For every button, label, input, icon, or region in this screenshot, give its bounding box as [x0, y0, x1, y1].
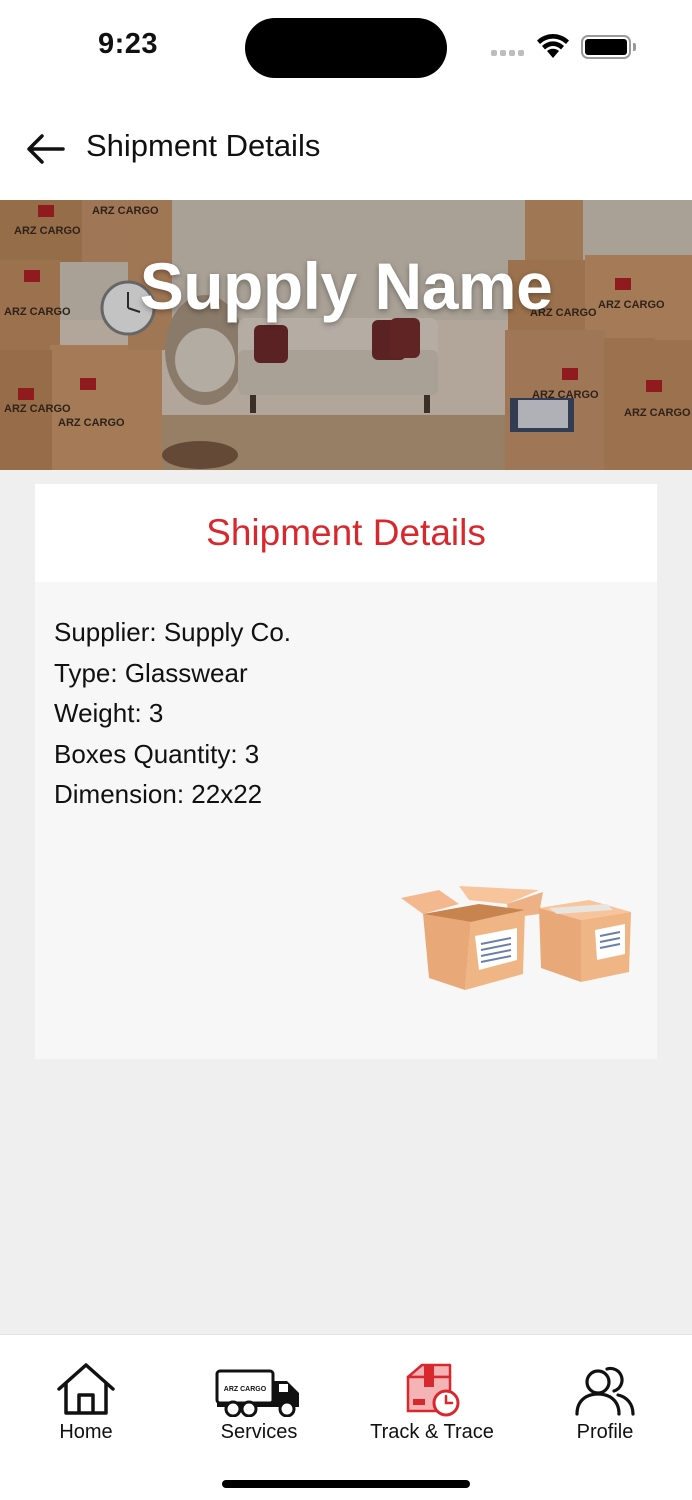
back-arrow-icon [27, 134, 65, 164]
tab-services[interactable]: ARZ CARGO Services [173, 1359, 345, 1449]
track-box-icon [402, 1359, 462, 1417]
detail-type: Type: Glasswear [54, 657, 248, 688]
battery-icon [581, 35, 636, 59]
home-icon [55, 1359, 117, 1417]
dynamic-island [245, 18, 447, 78]
wifi-icon [536, 33, 570, 64]
tab-track-and-trace-label: Track & Trace [370, 1421, 494, 1443]
tab-track-and-trace[interactable]: Track & Trace [346, 1359, 518, 1449]
truck-icon: ARZ CARGO [215, 1359, 303, 1417]
hero-title: Supply Name [139, 249, 553, 323]
svg-text:ARZ CARGO: ARZ CARGO [224, 1386, 267, 1393]
users-icon [574, 1359, 636, 1417]
card-body: Supplier: Supply Co. Type: Glasswear Wei… [35, 582, 657, 815]
tab-services-label: Services [220, 1421, 298, 1443]
tab-profile[interactable]: Profile [519, 1359, 691, 1449]
shipment-details-card: Shipment Details Supplier: Supply Co. Ty… [35, 484, 657, 1059]
home-indicator[interactable] [222, 1480, 470, 1488]
detail-dimension: Dimension: 22x22 [54, 779, 263, 809]
page-title: Shipment Details [86, 128, 321, 163]
back-button[interactable] [22, 126, 68, 172]
cardboard-boxes-illustration [399, 878, 639, 1003]
status-time: 9:23 [98, 28, 159, 60]
detail-supplier: Supplier: Supply Co. [54, 617, 292, 647]
card-title: Shipment Details [206, 512, 486, 553]
detail-weight: Weight: 3 [54, 698, 164, 728]
card-header: Shipment Details [35, 484, 657, 582]
tab-profile-label: Profile [576, 1421, 634, 1443]
detail-boxes-quantity: Boxes Quantity: 3 [54, 738, 260, 769]
tab-home-label: Home [59, 1421, 113, 1443]
nav-header: Shipment Details [0, 96, 692, 200]
hero-background-image: ARZ CARGO ARZ CARGO ARZ CARGO ARZ CARGO … [0, 200, 692, 470]
status-bar: 9:23 [0, 0, 692, 96]
bottom-tab-bar: Home ARZ CARGO Services Track & Trace Pr… [0, 1334, 692, 1500]
cellular-signal-icon [491, 50, 524, 56]
tab-home[interactable]: Home [0, 1359, 172, 1449]
hero-banner: ARZ CARGO ARZ CARGO ARZ CARGO ARZ CARGO … [0, 200, 692, 470]
